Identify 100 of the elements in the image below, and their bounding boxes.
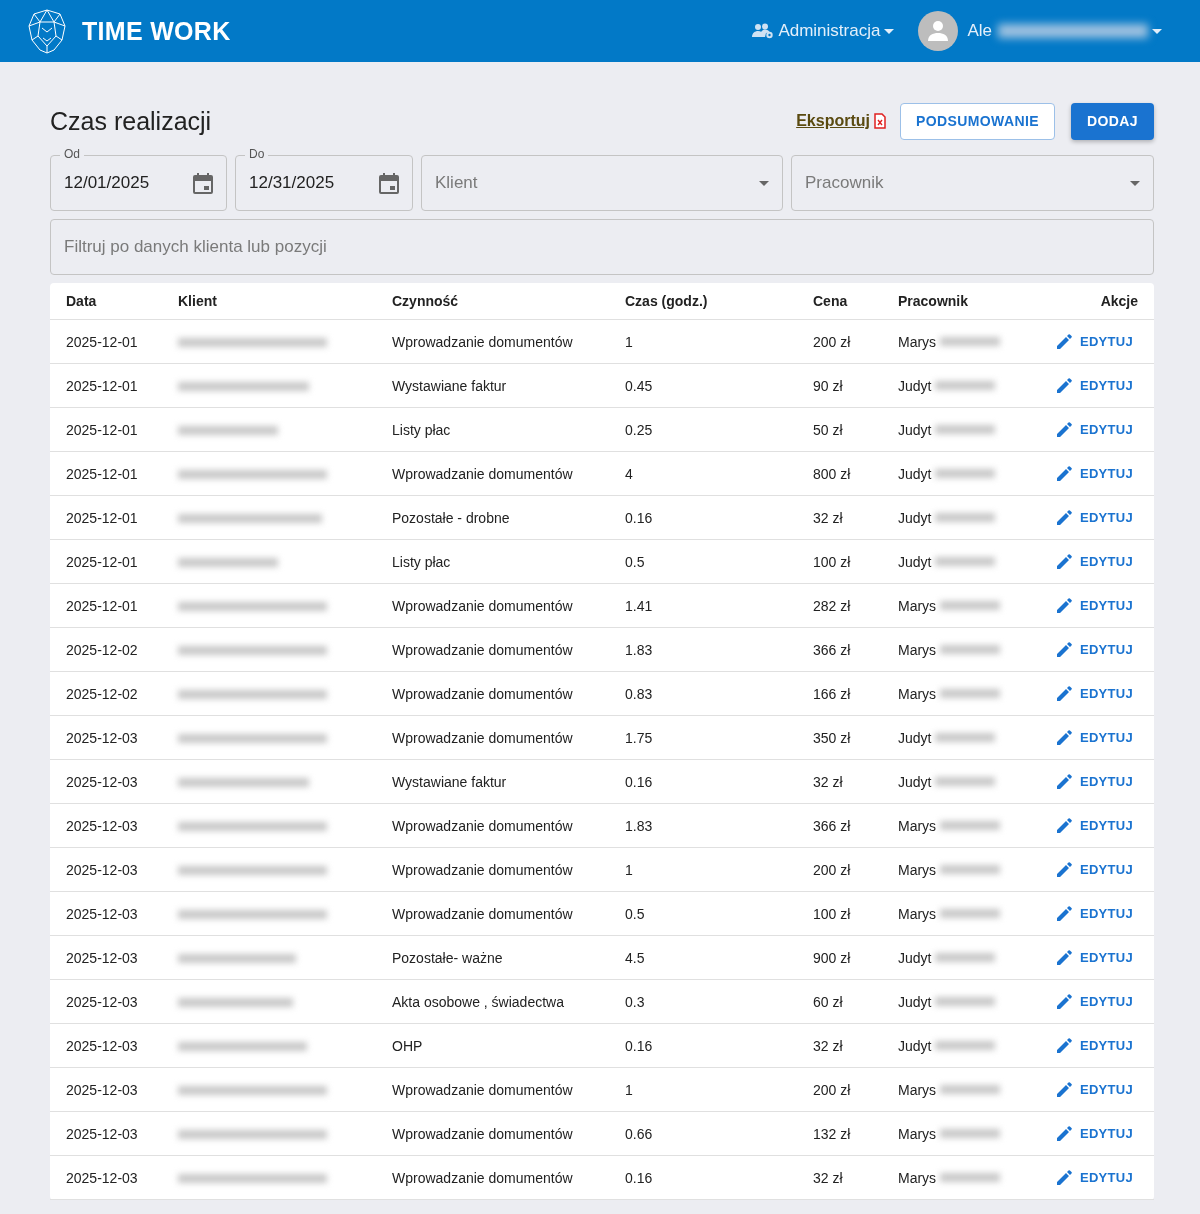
edit-button[interactable]: EDYTUJ (1056, 466, 1138, 481)
employee-cell: Judyt (898, 509, 932, 526)
edit-button[interactable]: EDYTUJ (1056, 1082, 1138, 1097)
edit-button[interactable]: EDYTUJ (1056, 862, 1138, 877)
pencil-icon (1056, 950, 1072, 965)
hours-cell-text: 0.45 (625, 377, 654, 394)
edit-button[interactable]: EDYTUJ (1056, 730, 1138, 745)
employee-cell: Marys (898, 597, 937, 614)
employee-cell: Judyt (898, 993, 932, 1010)
column-header: Cena (813, 293, 849, 309)
edit-button[interactable]: EDYTUJ (1056, 906, 1138, 921)
hours-cell-text: 4 (625, 465, 634, 482)
page-title: Czas realizacji (50, 106, 213, 136)
blurred-employee-name (935, 557, 996, 566)
date-cell-text: 2025-12-03 (66, 1125, 139, 1142)
admin-menu[interactable]: Administracja (752, 21, 895, 41)
edit-button[interactable]: EDYTUJ (1056, 554, 1138, 569)
blurred-employee-name (940, 689, 1001, 698)
edit-button[interactable]: EDYTUJ (1056, 334, 1138, 349)
activity-cell-text: Pozostałe - drobne (392, 509, 511, 526)
column-header: Akcje (1100, 293, 1138, 309)
hours-cell-text: 0.5 (625, 905, 646, 922)
date-cell-text: 2025-12-03 (66, 817, 139, 834)
employee-cell: Marys (898, 905, 937, 922)
date-cell-text: 2025-12-03 (66, 949, 139, 966)
employee-cell: Judyt (898, 377, 932, 394)
user-menu[interactable]: Ale (918, 11, 1162, 51)
employee-cell: Judyt (898, 949, 932, 966)
hours-cell-text: 0.16 (625, 1037, 654, 1054)
add-button[interactable]: DODAJ (1071, 102, 1154, 140)
pencil-icon (1056, 642, 1072, 657)
user-name: Ale (967, 21, 992, 41)
employee-cell: Marys (898, 861, 937, 878)
edit-button[interactable]: EDYTUJ (1056, 950, 1138, 965)
column-header: Klient (178, 293, 218, 309)
edit-button[interactable]: EDYTUJ (1056, 598, 1138, 613)
edit-button[interactable]: EDYTUJ (1056, 1170, 1138, 1185)
edit-button[interactable]: EDYTUJ (1056, 774, 1138, 789)
summary-button[interactable]: PODSUMOWANIE (899, 102, 1055, 140)
price-cell-text: 32 zł (813, 1169, 844, 1186)
edit-button[interactable]: EDYTUJ (1056, 1126, 1138, 1141)
search-field[interactable]: Filtruj po danych klienta lub pozycji (50, 219, 1154, 275)
price-cell-text: 32 zł (813, 773, 844, 790)
activity-cell-text: Akta osobowe , świadectwa (392, 993, 565, 1010)
calendar-icon[interactable] (193, 172, 213, 194)
edit-button[interactable]: EDYTUJ (1056, 818, 1138, 833)
activity-cell-text: Wprowadzanie domumentów (392, 1081, 574, 1098)
activity-cell-text: Pozostałe- ważne (392, 949, 504, 966)
pencil-icon (1056, 554, 1072, 569)
dropdown-caret-icon (1130, 180, 1140, 186)
edit-button[interactable]: EDYTUJ (1056, 994, 1138, 1009)
hours-cell-text: 0.66 (625, 1125, 654, 1142)
activity-cell-text: Wprowadzanie domumentów (392, 817, 574, 834)
price-cell-text: 32 zł (813, 1037, 844, 1054)
edit-button[interactable]: EDYTUJ (1056, 510, 1138, 525)
field-label: Do (245, 147, 269, 161)
calendar-icon[interactable] (379, 172, 399, 194)
date-cell-text: 2025-12-03 (66, 1037, 139, 1054)
employee-cell: Judyt (898, 465, 932, 482)
date-cell-text: 2025-12-01 (66, 333, 139, 350)
excel-file-icon (873, 113, 886, 129)
employee-cell: Marys (898, 817, 937, 834)
hours-cell-text: 0.25 (625, 421, 654, 438)
blurred-employee-name (935, 777, 996, 786)
hours-cell-text: 1 (625, 333, 634, 350)
activity-cell-text: Wprowadzanie domumentów (392, 685, 574, 702)
caret-icon (1152, 28, 1162, 34)
pencil-icon (1056, 1170, 1072, 1185)
client-select[interactable]: Klient (421, 155, 783, 211)
edit-button[interactable]: EDYTUJ (1056, 422, 1138, 437)
edit-button[interactable]: EDYTUJ (1056, 378, 1138, 393)
column-header: Pracownik (898, 293, 970, 309)
field-placeholder: Klient (435, 173, 479, 193)
hours-cell-text: 0.5 (625, 553, 646, 570)
blurred-employee-name (940, 601, 1001, 610)
pencil-icon (1056, 510, 1072, 525)
hours-cell-text: 1.83 (625, 641, 654, 658)
price-cell-text: 90 zł (813, 377, 844, 394)
price-cell-text: 200 zł (813, 861, 852, 878)
price-cell-text: 50 zł (813, 421, 844, 438)
price-cell-text: 132 zł (813, 1125, 852, 1142)
pencil-icon (1056, 334, 1072, 349)
activity-cell-text: Wprowadzanie domumentów (392, 861, 574, 878)
price-cell-text: 100 zł (813, 905, 852, 922)
pencil-icon (1056, 598, 1072, 613)
edit-button[interactable]: EDYTUJ (1056, 1038, 1138, 1053)
edit-button[interactable]: EDYTUJ (1056, 642, 1138, 657)
activity-cell-text: Wprowadzanie domumentów (392, 597, 574, 614)
blurred-employee-name (940, 909, 1001, 918)
pencil-icon (1056, 686, 1072, 701)
hours-cell-text: 1.83 (625, 817, 654, 834)
edit-button[interactable]: EDYTUJ (1056, 686, 1138, 701)
employee-select[interactable]: Pracownik (791, 155, 1154, 211)
blurred-employee-name (935, 953, 996, 962)
blurred-employee-name (935, 997, 996, 1006)
export-link[interactable]: Eksportuj (796, 112, 886, 130)
column-header: Data (66, 293, 98, 309)
price-cell-text: 282 zł (813, 597, 852, 614)
activity-cell-text: Wystawiane faktur (392, 773, 508, 790)
price-cell-text: 350 zł (813, 729, 852, 746)
